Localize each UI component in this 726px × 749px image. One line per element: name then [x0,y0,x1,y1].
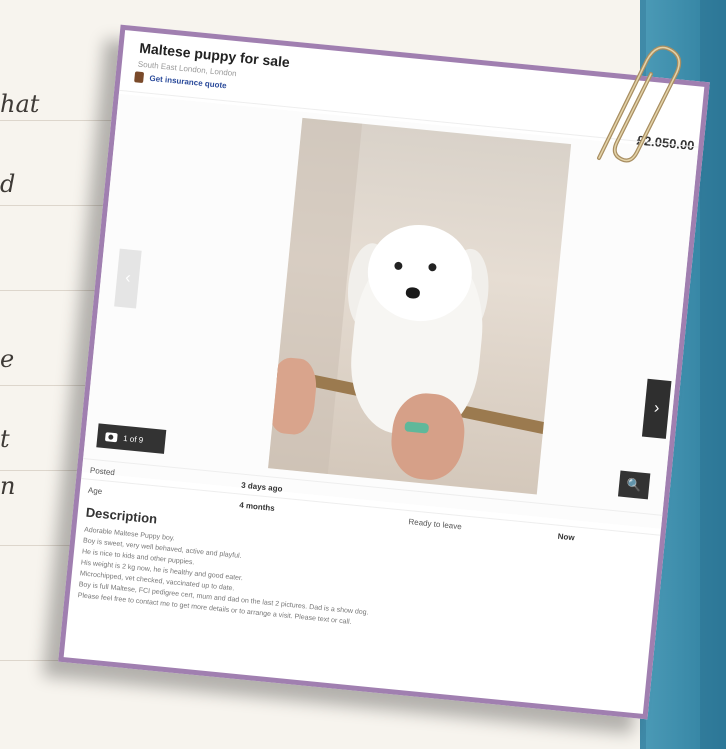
detail-label: Posted [89,465,116,478]
detail-value: 4 months [238,500,276,513]
previous-photo-button[interactable]: ‹ [114,248,142,309]
camera-icon [104,431,118,442]
puppy-photo[interactable] [268,117,572,495]
description-heading: Description [85,504,158,527]
next-photo-button[interactable]: › [641,378,672,439]
handwritten-word: hat [0,90,40,118]
handwritten-word: e [0,345,15,373]
handwritten-word: t [0,425,10,453]
description-text: Adorable Maltese Puppy boy. Boy is sweet… [77,525,602,652]
magnifier-icon: 🔍 [626,477,643,493]
handwritten-word: d [0,170,16,198]
chevron-left-icon: ‹ [124,269,132,287]
detail-value: Now [557,531,576,543]
paperclip-icon [597,45,682,163]
photo-counter: 1 of 9 [96,423,167,454]
photo-counter-text: 1 of 9 [122,433,144,445]
detail-label: Age [87,485,103,497]
handwritten-word: n [0,472,16,500]
detail-value: 3 days ago [240,480,283,494]
zoom-button[interactable]: 🔍 [617,470,651,500]
chevron-right-icon: › [653,399,661,418]
insurance-icon [134,71,145,84]
detail-label: Ready to leave [408,517,463,532]
